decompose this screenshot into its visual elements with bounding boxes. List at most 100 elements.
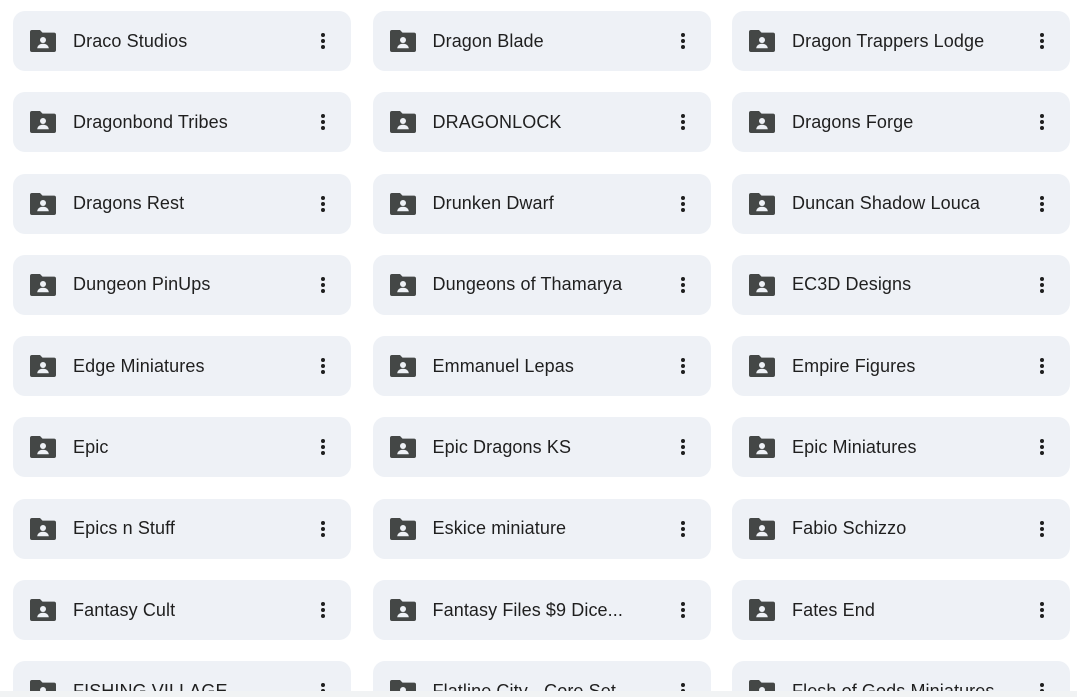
- more-actions-button[interactable]: [669, 515, 697, 543]
- more-actions-button[interactable]: [1028, 271, 1056, 299]
- folder-name: Emmanuel Lepas: [432, 355, 574, 376]
- folder-name: Dragonbond Tribes: [73, 111, 228, 132]
- more-vert-icon: [321, 602, 325, 619]
- more-vert-icon: [680, 195, 685, 212]
- folder-card[interactable]: Fantasy Files $9 Dice...: [372, 580, 711, 641]
- folder-card[interactable]: EC3D Designs: [732, 254, 1070, 315]
- folder-card[interactable]: Fabio Schizzo: [732, 498, 1070, 559]
- shared-folder-icon: [30, 353, 56, 379]
- more-actions-button[interactable]: [669, 108, 697, 136]
- folder-card[interactable]: Drunken Dwarf: [372, 173, 711, 234]
- folder-card[interactable]: Emmanuel Lepas: [372, 336, 711, 397]
- more-actions-button[interactable]: [309, 352, 337, 380]
- more-vert-icon: [1040, 114, 1044, 131]
- more-actions-button[interactable]: [1028, 108, 1056, 136]
- folder-name: Empire Figures: [792, 355, 916, 376]
- more-vert-icon: [1040, 520, 1044, 537]
- folder-card[interactable]: Dragons Rest: [13, 173, 351, 234]
- more-vert-icon: [1040, 439, 1044, 456]
- shared-folder-icon: [389, 109, 416, 135]
- folder-card[interactable]: Dungeon PinUps: [13, 254, 351, 315]
- shared-folder-icon: [30, 272, 56, 298]
- shared-folder-icon: [749, 28, 775, 54]
- more-vert-icon: [680, 33, 685, 49]
- more-vert-icon: [680, 602, 685, 619]
- more-actions-button[interactable]: [669, 352, 697, 380]
- more-actions-button[interactable]: [309, 515, 337, 543]
- shared-folder-icon: [749, 597, 775, 623]
- shared-folder-icon: [389, 597, 416, 623]
- more-actions-button[interactable]: [669, 190, 697, 218]
- more-vert-icon: [680, 358, 685, 375]
- shared-folder-icon: [749, 191, 775, 217]
- folder-card[interactable]: Dragonbond Tribes: [13, 92, 351, 153]
- folder-name: Drunken Dwarf: [432, 193, 554, 214]
- shared-folder-icon: [30, 434, 56, 460]
- more-vert-icon: [321, 439, 325, 456]
- folder-card[interactable]: Draco Studios: [13, 11, 351, 71]
- folder-grid: Draco Studios Dragon Blade Dragon Trappe…: [13, 11, 1070, 697]
- folder-card[interactable]: Fates End: [732, 580, 1070, 641]
- more-actions-button[interactable]: [1028, 190, 1056, 218]
- more-actions-button[interactable]: [1028, 596, 1056, 624]
- shared-folder-icon: [30, 597, 56, 623]
- more-actions-button[interactable]: [669, 27, 697, 55]
- more-actions-button[interactable]: [669, 596, 697, 624]
- more-vert-icon: [680, 520, 685, 537]
- folder-name: Fabio Schizzo: [792, 518, 907, 539]
- more-vert-icon: [1040, 276, 1044, 293]
- more-actions-button[interactable]: [309, 596, 337, 624]
- more-actions-button[interactable]: [309, 27, 337, 55]
- folder-card[interactable]: DRAGONLOCK: [372, 92, 711, 153]
- folder-name: Fantasy Files $9 Dice...: [432, 599, 623, 620]
- folder-name: Fates End: [792, 599, 875, 620]
- more-actions-button[interactable]: [1028, 433, 1056, 461]
- folder-card[interactable]: Epic Miniatures: [732, 417, 1070, 478]
- shared-folder-icon: [749, 434, 775, 460]
- folder-card[interactable]: Epics n Stuff: [13, 498, 351, 559]
- more-vert-icon: [321, 520, 325, 537]
- bottom-edge: [0, 691, 1077, 697]
- folder-name: Epics n Stuff: [73, 518, 176, 539]
- more-actions-button[interactable]: [669, 433, 697, 461]
- more-actions-button[interactable]: [309, 108, 337, 136]
- folder-card[interactable]: Duncan Shadow Louca: [732, 173, 1070, 234]
- folder-card[interactable]: Eskice miniature: [372, 498, 711, 559]
- drive-folder-grid-view: Draco Studios Dragon Blade Dragon Trappe…: [0, 0, 1077, 697]
- folder-name: Edge Miniatures: [73, 355, 205, 376]
- more-actions-button[interactable]: [1028, 27, 1056, 55]
- folder-name: Dragons Forge: [792, 111, 914, 132]
- shared-folder-icon: [30, 109, 56, 135]
- shared-folder-icon: [389, 516, 416, 542]
- more-vert-icon: [1040, 358, 1044, 375]
- folder-card[interactable]: Dragon Blade: [372, 11, 711, 71]
- shared-folder-icon: [749, 272, 775, 298]
- folder-card[interactable]: Dragons Forge: [732, 92, 1070, 153]
- folder-card[interactable]: Epic Dragons KS: [372, 417, 711, 478]
- more-actions-button[interactable]: [309, 433, 337, 461]
- folder-name: Epic Dragons KS: [432, 436, 572, 457]
- folder-name: Draco Studios: [73, 30, 188, 51]
- folder-card[interactable]: Dragon Trappers Lodge: [732, 11, 1070, 71]
- more-vert-icon: [321, 114, 325, 131]
- more-actions-button[interactable]: [309, 271, 337, 299]
- more-vert-icon: [321, 195, 325, 212]
- more-actions-button[interactable]: [1028, 515, 1056, 543]
- more-actions-button[interactable]: [669, 271, 697, 299]
- more-actions-button[interactable]: [1028, 352, 1056, 380]
- folder-card[interactable]: Edge Miniatures: [13, 336, 351, 397]
- folder-name: Dungeon PinUps: [73, 274, 211, 295]
- more-vert-icon: [321, 33, 325, 49]
- folder-card[interactable]: Empire Figures: [732, 336, 1070, 397]
- more-vert-icon: [321, 358, 325, 375]
- more-actions-button[interactable]: [309, 190, 337, 218]
- shared-folder-icon: [389, 353, 416, 379]
- folder-card[interactable]: Fantasy Cult: [13, 580, 351, 641]
- shared-folder-icon: [389, 434, 416, 460]
- shared-folder-icon: [30, 516, 56, 542]
- more-vert-icon: [680, 276, 685, 293]
- more-vert-icon: [680, 114, 685, 131]
- folder-card[interactable]: Epic: [13, 417, 351, 478]
- more-vert-icon: [1040, 195, 1044, 212]
- folder-card[interactable]: Dungeons of Thamarya: [372, 254, 711, 315]
